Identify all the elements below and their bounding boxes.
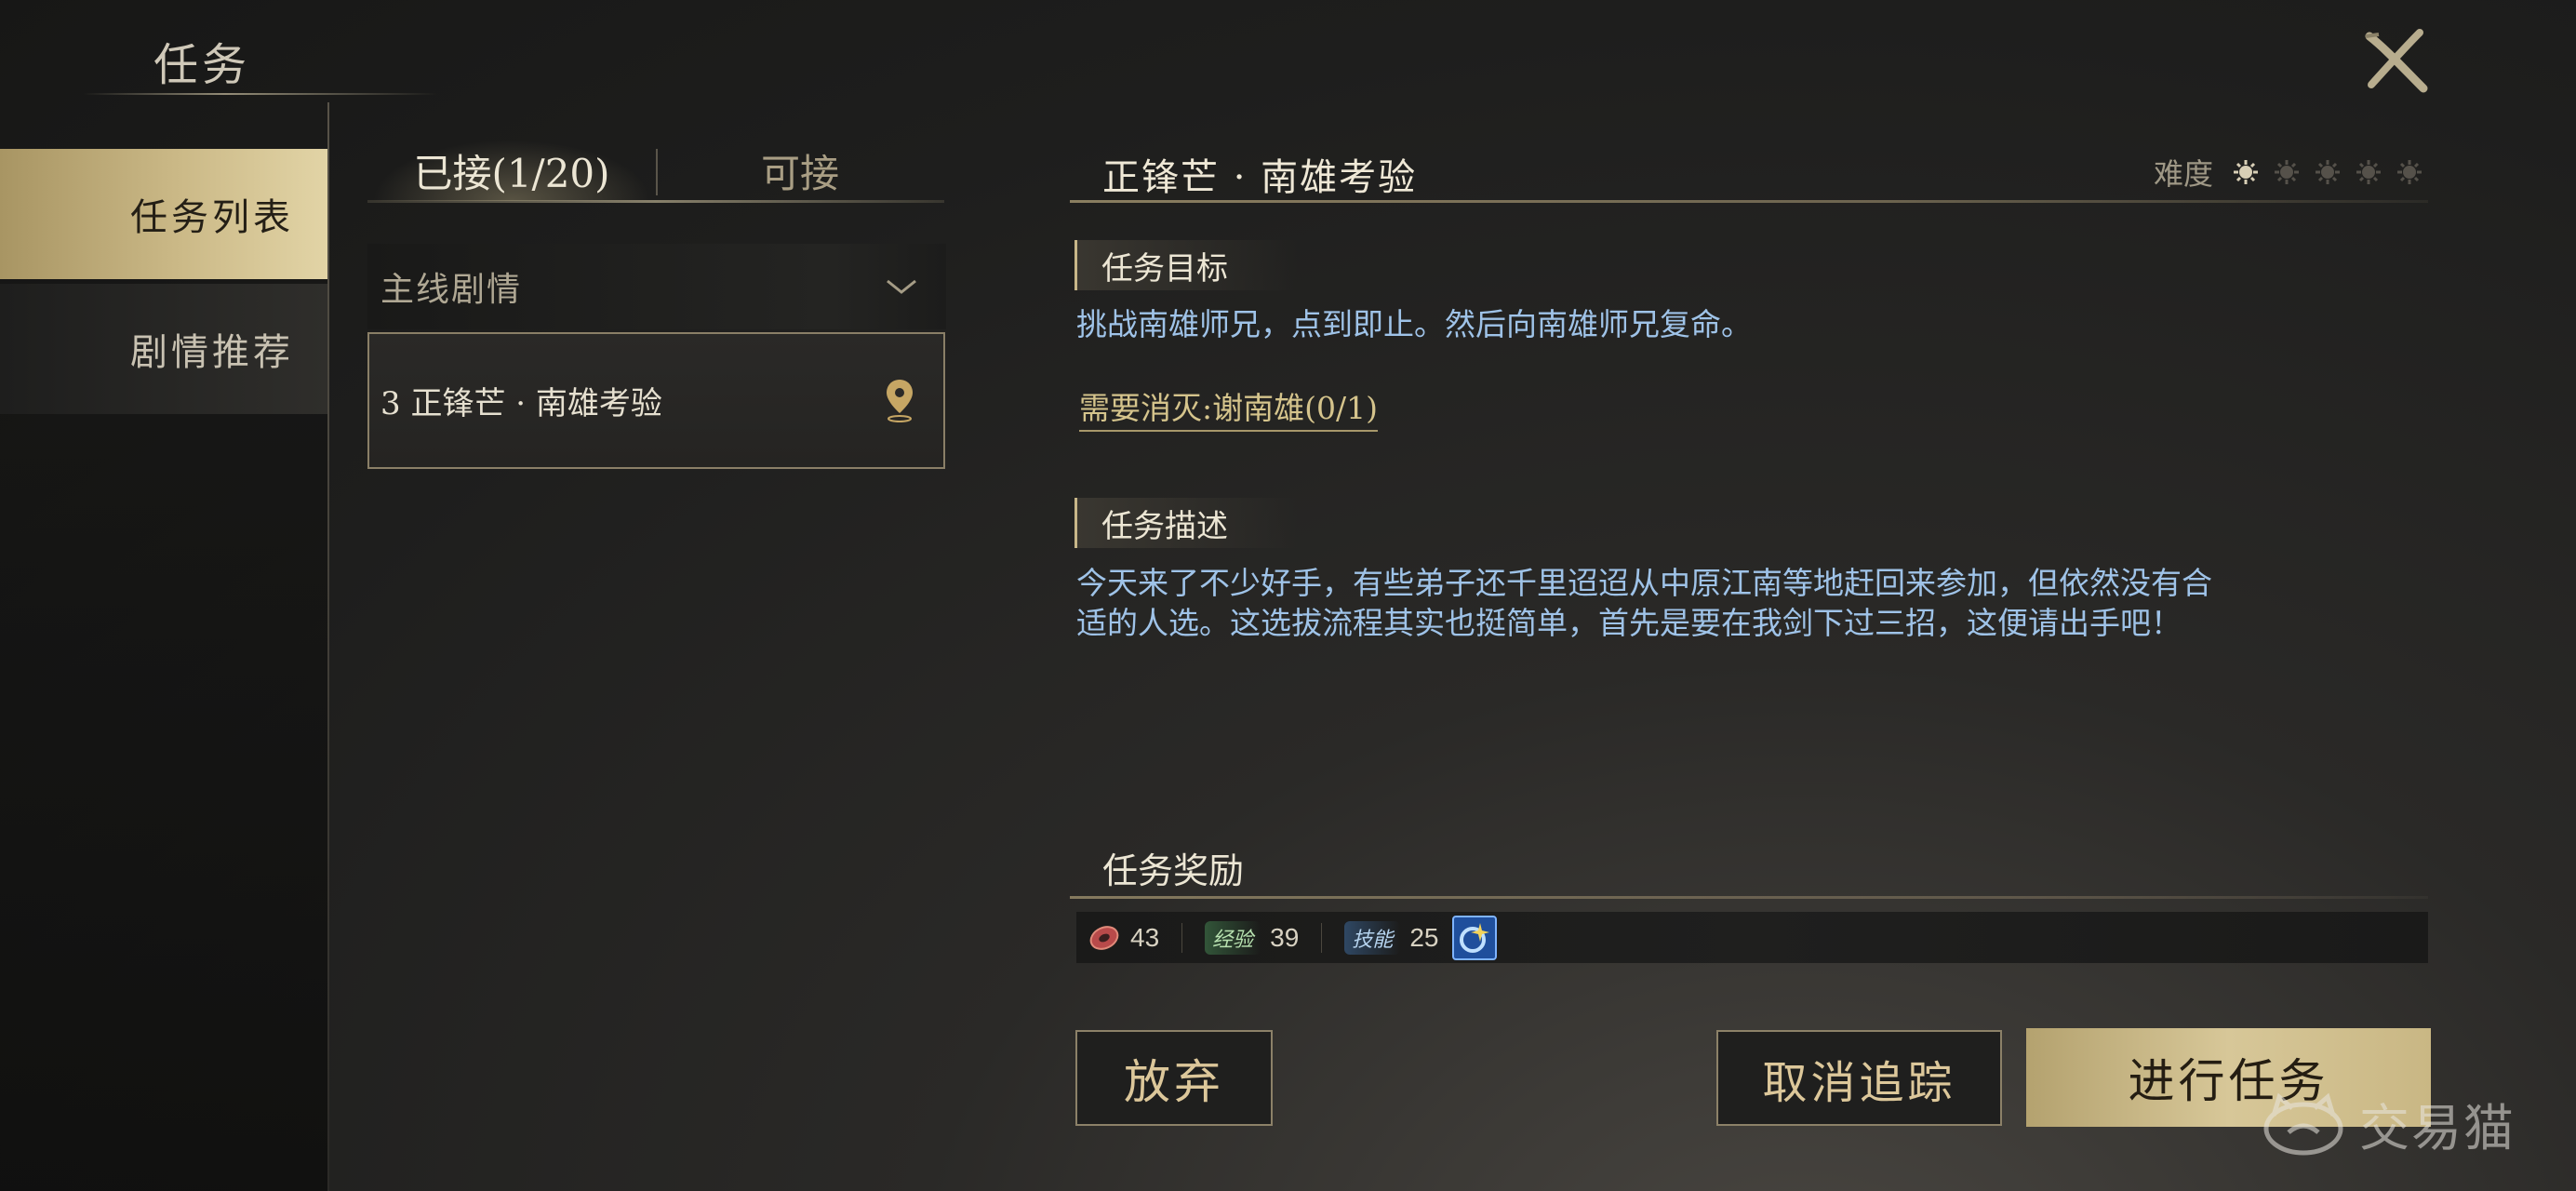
skill-badge: 技能 — [1344, 920, 1401, 955]
reward-skill: 技能 25 — [1344, 920, 1461, 955]
sidebar-item-story-recommend[interactable]: 剧情推荐 — [0, 284, 327, 414]
close-icon — [2365, 29, 2428, 93]
exp-badge: 经验 — [1205, 920, 1261, 955]
objective-text: 挑战南雄师兄，点到即止。然后向南雄师兄复命。 — [1076, 306, 1752, 342]
tab-separator — [656, 149, 658, 195]
tab-available[interactable]: 可接 — [661, 140, 940, 201]
cancel-tracking-button[interactable]: 取消追踪 — [1716, 1030, 2002, 1126]
coin-icon — [1089, 925, 1119, 950]
sidebar-background — [0, 279, 327, 1191]
category-label: 主线剧情 — [380, 271, 523, 309]
reward-separator — [1321, 922, 1323, 953]
reward-header: 任务奖励 — [1102, 850, 1245, 891]
close-button[interactable] — [2358, 23, 2433, 98]
difficulty-star-icon-empty — [2397, 160, 2423, 184]
kill-requirement-link[interactable]: 需要消灭:谢南雄(0/1) — [1079, 383, 1378, 432]
difficulty-star-icon-empty — [2316, 160, 2341, 184]
page-title: 任务 — [153, 39, 251, 91]
quest-item-label: 3 正锋芒 · 南雄考验 — [380, 385, 662, 422]
coin-value: 43 — [1130, 922, 1160, 952]
difficulty-rating: 难度 — [2154, 151, 2423, 194]
reward-coin: 43 — [1088, 921, 1181, 955]
abandon-button[interactable]: 放弃 — [1075, 1030, 1273, 1126]
difficulty-star-icon-empty — [2356, 160, 2382, 184]
description-header: 任务描述 — [1074, 498, 1298, 548]
tab-underline — [367, 200, 944, 203]
watermark: 交易猫 — [2261, 1087, 2516, 1160]
skill-item-icon[interactable] — [1451, 915, 1497, 960]
quest-detail-title: 正锋芒 · 南雄考验 — [1102, 156, 1418, 199]
exp-value: 39 — [1270, 922, 1300, 952]
skill-value: 25 — [1409, 922, 1439, 952]
reward-separator — [1181, 922, 1183, 953]
quest-list-item[interactable]: 3 正锋芒 · 南雄考验 — [367, 332, 945, 469]
location-pin-icon[interactable] — [884, 378, 915, 424]
tab-accepted[interactable]: 已接(1/20) — [372, 140, 651, 201]
chevron-down-icon — [887, 279, 916, 294]
watermark-text: 交易猫 — [2359, 1099, 2516, 1158]
difficulty-star-icon-empty — [2275, 160, 2300, 184]
sidebar-item-label: 任务列表 — [130, 196, 294, 239]
difficulty-label: 难度 — [2154, 156, 2214, 192]
sidebar-item-label: 剧情推荐 — [130, 331, 294, 374]
sidebar-item-quest-list[interactable]: 任务列表 — [0, 149, 327, 279]
description-text: 今天来了不少好手，有些弟子还千里迢迢从中原江南等地赶回来参加，但依然没有合适的人… — [1076, 565, 2212, 641]
reward-bar: 43 经验 39 技能 25 — [1076, 912, 2428, 963]
sidebar-divider — [327, 102, 329, 1191]
difficulty-star-icon-filled — [2234, 160, 2259, 184]
reward-exp: 经验 39 — [1205, 920, 1321, 955]
cat-logo-icon — [2263, 1092, 2343, 1155]
title-divider — [1070, 200, 2428, 203]
category-main-story[interactable]: 主线剧情 — [367, 244, 946, 329]
reward-divider — [1070, 896, 2428, 899]
objective-header: 任务目标 — [1074, 240, 1298, 290]
title-underline — [84, 93, 437, 95]
